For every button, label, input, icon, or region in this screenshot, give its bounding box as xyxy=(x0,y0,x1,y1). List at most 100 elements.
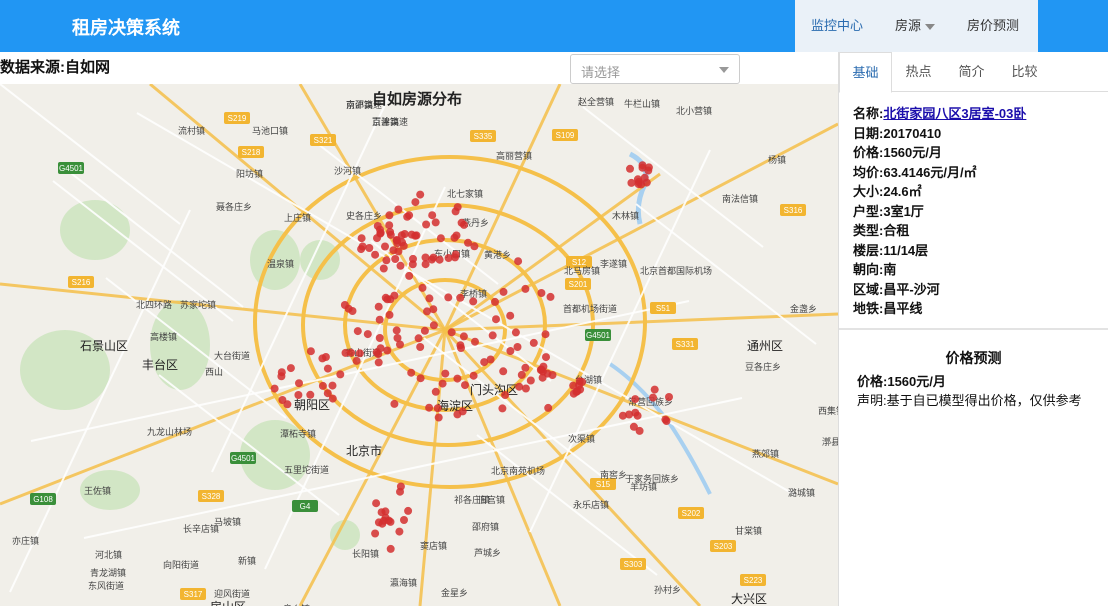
listing-marker xyxy=(407,230,416,239)
floor-value: 11/14层 xyxy=(883,242,929,258)
place-label: 史各庄乡 xyxy=(346,210,382,221)
listing-marker xyxy=(386,517,395,526)
listing-marker xyxy=(618,411,627,420)
place-label: 甘棠镇 xyxy=(735,525,762,536)
listing-marker xyxy=(270,384,279,393)
tab-compare[interactable]: 比较 xyxy=(998,52,1051,91)
minor-road xyxy=(83,397,743,539)
listing-marker xyxy=(573,387,582,396)
place-label: 阳坊镇 xyxy=(236,168,263,179)
listing-marker xyxy=(341,348,350,357)
listing-marker xyxy=(420,326,429,335)
prediction-note-value: 基于自已模型得出价格，仅供参考 xyxy=(886,393,1082,408)
nav-monitor[interactable]: 监控中心 xyxy=(795,0,879,52)
listing-marker xyxy=(393,334,402,342)
info-row-layout: 户型:3室1厅 xyxy=(853,202,1094,222)
listing-marker xyxy=(357,234,366,243)
listing-marker xyxy=(498,404,507,413)
listing-marker xyxy=(283,400,292,409)
tab-basic[interactable]: 基础 xyxy=(839,52,892,93)
green-area xyxy=(150,300,210,390)
listing-marker xyxy=(456,341,465,350)
info-row-area: 区域:昌平-沙河 xyxy=(853,280,1094,300)
place-label: 马池口镇 xyxy=(252,125,288,136)
place-label: 向阳街道 xyxy=(163,559,199,570)
listing-marker xyxy=(357,245,366,254)
listing-marker xyxy=(459,332,468,341)
listing-marker xyxy=(390,399,399,408)
place-label: 京津高速 xyxy=(372,116,408,127)
date-value: 20170410 xyxy=(883,125,942,141)
listing-marker xyxy=(392,326,401,335)
place-label: 长阳镇 xyxy=(352,548,379,559)
listing-marker xyxy=(526,376,535,385)
place-label: 亦庄镇 xyxy=(12,535,39,546)
place-label: 北四环路 xyxy=(136,299,172,310)
listing-marker xyxy=(294,391,303,399)
listing-marker xyxy=(499,367,508,376)
road-shield-label: S335 xyxy=(474,132,493,141)
green-area xyxy=(60,200,130,260)
listing-marker xyxy=(629,422,638,431)
listing-marker xyxy=(381,242,389,251)
listing-marker xyxy=(386,230,395,239)
listing-marker xyxy=(381,293,390,302)
listing-marker xyxy=(521,363,530,372)
place-label: 马坡镇 xyxy=(214,516,241,527)
price-prediction-card: 价格预测 价格:1560元/月 声明:基于自已模型得出价格，仅供参考 xyxy=(839,330,1108,428)
listing-marker xyxy=(499,287,508,296)
listing-marker xyxy=(379,264,388,273)
tab-hotspot[interactable]: 热点 xyxy=(892,52,945,91)
listing-marker xyxy=(461,381,469,390)
listing-marker xyxy=(372,499,381,508)
place-label: 高楼镇 xyxy=(150,331,177,342)
listing-marker xyxy=(318,381,327,390)
floor-label: 楼层: xyxy=(853,242,884,258)
map-canvas[interactable]: S219S218G4501S321 S335 S109S216S12S201S51G… xyxy=(0,84,838,606)
name-label: 名称: xyxy=(853,106,884,121)
road-shield-label: S223 xyxy=(744,576,763,585)
select-placeholder: 请选择 xyxy=(581,65,621,80)
listing-marker xyxy=(543,369,552,378)
listing-marker xyxy=(492,315,500,324)
listing-marker xyxy=(383,346,392,355)
type-label: 类型: xyxy=(853,223,884,238)
listing-marker xyxy=(416,190,425,199)
listing-name-link[interactable]: 北街家园八区3居室-03卧 xyxy=(883,106,1026,121)
place-label: 沙河镇 xyxy=(334,165,361,176)
place-label: 邵府镇 xyxy=(472,521,499,532)
listing-marker xyxy=(456,293,465,302)
highway xyxy=(443,328,702,606)
listing-marker xyxy=(405,271,414,280)
prediction-note-row: 声明:基于自已模型得出价格，仅供参考 xyxy=(857,391,1090,410)
road-shield-label: S202 xyxy=(682,509,701,518)
nav-listings[interactable]: 房源 xyxy=(879,0,951,52)
road-shield-label: S316 xyxy=(784,206,803,215)
listing-marker xyxy=(407,368,416,377)
listing-marker xyxy=(394,205,403,214)
listing-marker xyxy=(416,343,425,351)
place-label: 河北镇 xyxy=(95,549,122,560)
listing-marker xyxy=(638,161,647,170)
info-row-floor: 楼层:11/14层 xyxy=(853,241,1094,261)
region-select[interactable]: 请选择 xyxy=(570,54,740,84)
listing-marker xyxy=(396,261,405,270)
subway-value: 昌平线 xyxy=(883,301,923,316)
prediction-title: 价格预测 xyxy=(945,350,1002,366)
place-label: 首都机场街道 xyxy=(563,303,617,314)
map-view[interactable]: S219 S218 G4501 S321 S335 S109 S216 S12 S201 S51 G… xyxy=(0,84,838,606)
listing-marker xyxy=(375,315,384,324)
place-label: 苏家坨镇 xyxy=(180,299,216,310)
listing-marker xyxy=(529,338,538,347)
nav-price-prediction[interactable]: 房价预测 xyxy=(951,0,1035,52)
place-label: 东风街道 xyxy=(88,580,124,591)
place-label: 聂各庄乡 xyxy=(216,201,252,212)
listing-marker xyxy=(328,381,337,390)
orient-label: 朝向: xyxy=(853,262,884,277)
listing-marker xyxy=(457,218,466,227)
listing-marker xyxy=(451,250,460,259)
listing-marker xyxy=(336,370,345,379)
tab-intro[interactable]: 简介 xyxy=(945,52,998,91)
road-shield-label: S201 xyxy=(569,280,588,289)
listing-marker xyxy=(375,334,384,342)
